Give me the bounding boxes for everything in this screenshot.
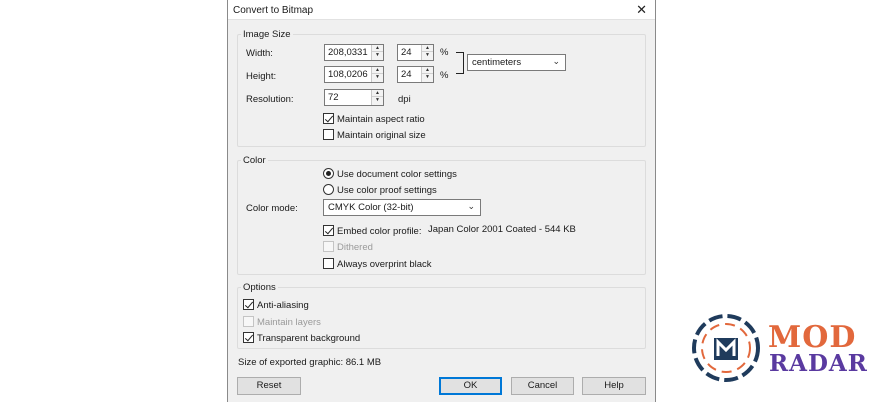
units-value: centimeters xyxy=(472,57,522,68)
color-mode-dropdown[interactable]: CMYK Color (32-bit) ⌄ xyxy=(323,199,481,216)
image-size-group-label: Image Size xyxy=(241,29,293,40)
convert-to-bitmap-dialog: Convert to Bitmap ✕ Image Size Width: 20… xyxy=(227,0,656,402)
height-down-arrow-icon[interactable]: ▼ xyxy=(372,74,383,81)
cancel-button[interactable]: Cancel xyxy=(511,377,574,395)
maintain-aspect-label: Maintain aspect ratio xyxy=(337,114,425,125)
width-stepper[interactable]: 208,0331 ▲ ▼ xyxy=(324,44,384,61)
chevron-down-icon: ⌄ xyxy=(467,201,475,211)
height-percent-sign: % xyxy=(440,70,449,81)
color-profile-name: Japan Color 2001 Coated - 544 KB xyxy=(428,224,576,235)
maintain-original-checkbox[interactable] xyxy=(323,129,334,140)
width-label: Width: xyxy=(246,48,273,59)
width-up-arrow-icon[interactable]: ▲ xyxy=(372,45,383,52)
units-dropdown[interactable]: centimeters ⌄ xyxy=(467,54,566,71)
height-value: 108,0206 xyxy=(328,69,368,80)
help-button[interactable]: Help xyxy=(582,377,646,395)
width-percent-up-arrow-icon[interactable]: ▲ xyxy=(422,45,433,52)
width-percent-value: 24 xyxy=(401,47,412,58)
dialog-titlebar: Convert to Bitmap ✕ xyxy=(228,0,655,20)
resolution-down-arrow-icon[interactable]: ▼ xyxy=(372,97,383,104)
use-document-color-label: Use document color settings xyxy=(337,169,457,180)
transparent-bg-checkbox[interactable] xyxy=(243,332,254,343)
dithered-label: Dithered xyxy=(337,242,373,253)
width-value: 208,0331 xyxy=(328,47,368,58)
logo-text-radar: RADAR xyxy=(769,350,868,377)
embed-profile-checkbox[interactable] xyxy=(323,225,334,236)
height-percent-value: 24 xyxy=(401,69,412,80)
height-percent-stepper[interactable]: 24 ▲ ▼ xyxy=(397,66,434,83)
dialog-title: Convert to Bitmap xyxy=(233,5,314,16)
use-document-color-radio[interactable] xyxy=(323,168,334,179)
maintain-layers-checkbox xyxy=(243,316,254,327)
resolution-label: Resolution: xyxy=(246,94,294,105)
reset-button[interactable]: Reset xyxy=(237,377,301,395)
height-up-arrow-icon[interactable]: ▲ xyxy=(372,67,383,74)
anti-aliasing-label: Anti-aliasing xyxy=(257,300,309,311)
width-percent-arrows[interactable]: ▲ ▼ xyxy=(421,45,433,60)
height-stepper[interactable]: 108,0206 ▲ ▼ xyxy=(324,66,384,83)
overprint-black-label: Always overprint black xyxy=(337,259,432,270)
embed-profile-label: Embed color profile: xyxy=(337,226,422,237)
resolution-stepper-arrows[interactable]: ▲ ▼ xyxy=(371,90,383,105)
overprint-black-checkbox[interactable] xyxy=(323,258,334,269)
options-group-label: Options xyxy=(241,282,278,293)
maintain-layers-label: Maintain layers xyxy=(257,317,321,328)
height-stepper-arrows[interactable]: ▲ ▼ xyxy=(371,67,383,82)
width-percent-stepper[interactable]: 24 ▲ ▼ xyxy=(397,44,434,61)
use-proof-color-label: Use color proof settings xyxy=(337,185,437,196)
ok-button[interactable]: OK xyxy=(439,377,502,395)
color-group-label: Color xyxy=(241,155,268,166)
transparent-bg-label: Transparent background xyxy=(257,333,361,344)
export-size-text: Size of exported graphic: 86.1 MB xyxy=(238,357,382,368)
resolution-stepper[interactable]: 72 ▲ ▼ xyxy=(324,89,384,106)
dithered-checkbox xyxy=(323,241,334,252)
resolution-value: 72 xyxy=(328,92,339,103)
height-percent-up-arrow-icon[interactable]: ▲ xyxy=(422,67,433,74)
link-bracket-icon xyxy=(456,52,464,74)
width-stepper-arrows[interactable]: ▲ ▼ xyxy=(371,45,383,60)
height-label: Height: xyxy=(246,71,277,82)
width-down-arrow-icon[interactable]: ▼ xyxy=(372,52,383,59)
width-percent-sign: % xyxy=(440,47,449,58)
anti-aliasing-checkbox[interactable] xyxy=(243,299,254,310)
maintain-original-label: Maintain original size xyxy=(337,130,426,141)
maintain-aspect-checkbox[interactable] xyxy=(323,113,334,124)
chevron-down-icon: ⌄ xyxy=(552,56,560,66)
use-proof-color-radio[interactable] xyxy=(323,184,334,195)
height-percent-down-arrow-icon[interactable]: ▼ xyxy=(422,74,433,81)
resolution-unit: dpi xyxy=(398,94,411,105)
close-icon[interactable]: ✕ xyxy=(636,2,647,18)
height-percent-arrows[interactable]: ▲ ▼ xyxy=(421,67,433,82)
modradar-logo-icon xyxy=(692,314,760,382)
width-percent-down-arrow-icon[interactable]: ▼ xyxy=(422,52,433,59)
resolution-up-arrow-icon[interactable]: ▲ xyxy=(372,90,383,97)
color-mode-label: Color mode: xyxy=(246,203,298,214)
color-mode-value: CMYK Color (32-bit) xyxy=(328,202,414,213)
